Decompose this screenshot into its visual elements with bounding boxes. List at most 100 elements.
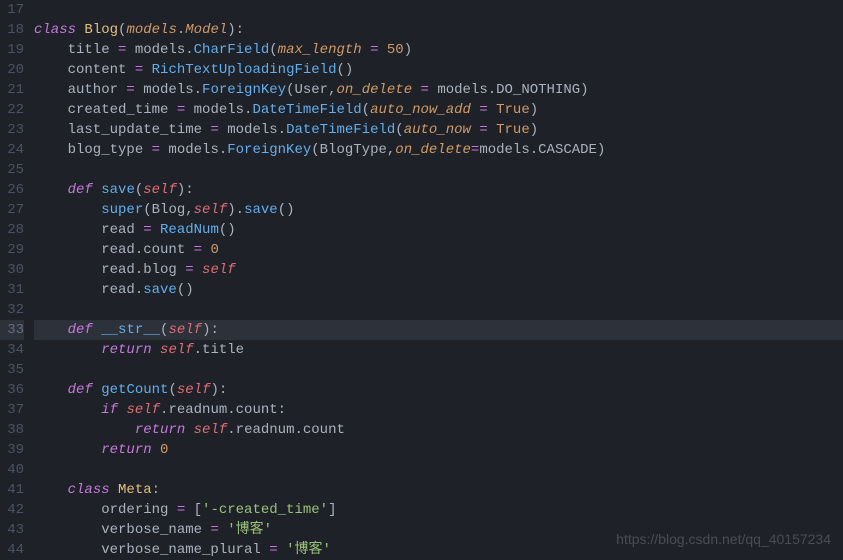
code-line[interactable]: ordering = ['-created_time'] <box>34 500 843 520</box>
token: verbose_name <box>34 522 210 538</box>
code-line[interactable]: def getCount(self): <box>34 380 843 400</box>
line-number-gutter: 1718192021222324252627282930313233343536… <box>0 0 34 560</box>
token: models. <box>135 82 202 98</box>
line-number: 24 <box>0 140 24 160</box>
code-line[interactable]: read = ReadNum() <box>34 220 843 240</box>
token: = <box>269 542 277 558</box>
code-line[interactable]: read.count = 0 <box>34 240 843 260</box>
token: return <box>135 422 185 438</box>
code-line[interactable]: if self.readnum.count: <box>34 400 843 420</box>
token: blog_type <box>34 142 152 158</box>
line-number: 28 <box>0 220 24 240</box>
token: self <box>168 322 202 338</box>
token: self <box>194 422 228 438</box>
line-number: 40 <box>0 460 24 480</box>
token <box>93 382 101 398</box>
code-line[interactable]: def save(self): <box>34 180 843 200</box>
token <box>34 422 135 438</box>
code-area[interactable]: class Blog(models.Model): title = models… <box>34 0 843 560</box>
line-number: 17 <box>0 0 24 20</box>
token: ordering <box>34 502 177 518</box>
code-line[interactable]: return self.title <box>34 340 843 360</box>
token: __str__ <box>101 322 160 338</box>
token <box>362 42 370 58</box>
code-line[interactable]: def __str__(self): <box>34 320 843 340</box>
code-line[interactable]: created_time = models.DateTimeField(auto… <box>34 100 843 120</box>
token: = <box>370 42 378 58</box>
code-line[interactable]: title = models.CharField(max_length = 50… <box>34 40 843 60</box>
line-number: 27 <box>0 200 24 220</box>
token: models. <box>219 122 286 138</box>
token: self <box>177 382 211 398</box>
token: class <box>34 22 76 38</box>
token: def <box>68 382 93 398</box>
token: verbose_name_plural <box>34 542 269 558</box>
line-number: 21 <box>0 80 24 100</box>
code-line[interactable]: return 0 <box>34 440 843 460</box>
code-editor[interactable]: 1718192021222324252627282930313233343536… <box>0 0 843 560</box>
code-line[interactable]: read.blog = self <box>34 260 843 280</box>
token <box>488 122 496 138</box>
token <box>219 522 227 538</box>
token: = <box>479 122 487 138</box>
line-number: 36 <box>0 380 24 400</box>
token: self <box>160 342 194 358</box>
token: ForeignKey <box>202 82 286 98</box>
token: ] <box>328 502 336 518</box>
token: Meta <box>118 482 152 498</box>
token: ) <box>530 102 538 118</box>
token: on_delete <box>395 142 471 158</box>
token: save <box>244 202 278 218</box>
token: if <box>101 402 118 418</box>
token: author <box>34 82 126 98</box>
token: ) <box>580 82 588 98</box>
token: save <box>101 182 135 198</box>
code-line[interactable] <box>34 160 843 180</box>
token: '博客' <box>227 522 272 538</box>
token: ( <box>362 102 370 118</box>
code-line[interactable] <box>34 300 843 320</box>
token: Model <box>185 22 227 38</box>
token: = <box>185 262 193 278</box>
token: read. <box>34 282 143 298</box>
code-line[interactable] <box>34 0 843 20</box>
token: ( <box>135 182 143 198</box>
token: () <box>278 202 295 218</box>
line-number: 33 <box>0 320 24 340</box>
token: ) <box>597 142 605 158</box>
code-line[interactable]: blog_type = models.ForeignKey(BlogType,o… <box>34 140 843 160</box>
code-line[interactable]: read.save() <box>34 280 843 300</box>
token: ) <box>530 122 538 138</box>
token: models.DO_NOTHING <box>429 82 580 98</box>
code-line[interactable] <box>34 460 843 480</box>
token: = <box>143 222 151 238</box>
code-line[interactable]: super(Blog,self).save() <box>34 200 843 220</box>
code-line[interactable]: author = models.ForeignKey(User,on_delet… <box>34 80 843 100</box>
token <box>34 482 68 498</box>
token: .readnum.count <box>227 422 345 438</box>
token: = <box>421 82 429 98</box>
token: ForeignKey <box>227 142 311 158</box>
token: . <box>177 22 185 38</box>
line-number: 29 <box>0 240 24 260</box>
token: max_length <box>278 42 362 58</box>
code-line[interactable]: class Blog(models.Model): <box>34 20 843 40</box>
token <box>34 402 101 418</box>
token: 0 <box>210 242 218 258</box>
token: True <box>496 122 530 138</box>
code-line[interactable]: last_update_time = models.DateTimeField(… <box>34 120 843 140</box>
token: Blog, <box>152 202 194 218</box>
code-line[interactable]: content = RichTextUploadingField() <box>34 60 843 80</box>
token: Blog <box>84 22 118 38</box>
token: models. <box>126 42 193 58</box>
token: ): <box>227 22 244 38</box>
token: created_time <box>34 102 177 118</box>
line-number: 31 <box>0 280 24 300</box>
token: self <box>143 182 177 198</box>
code-line[interactable] <box>34 360 843 380</box>
token: ReadNum <box>160 222 219 238</box>
code-line[interactable]: return self.readnum.count <box>34 420 843 440</box>
token <box>412 82 420 98</box>
token: = <box>135 62 143 78</box>
code-line[interactable]: class Meta: <box>34 480 843 500</box>
